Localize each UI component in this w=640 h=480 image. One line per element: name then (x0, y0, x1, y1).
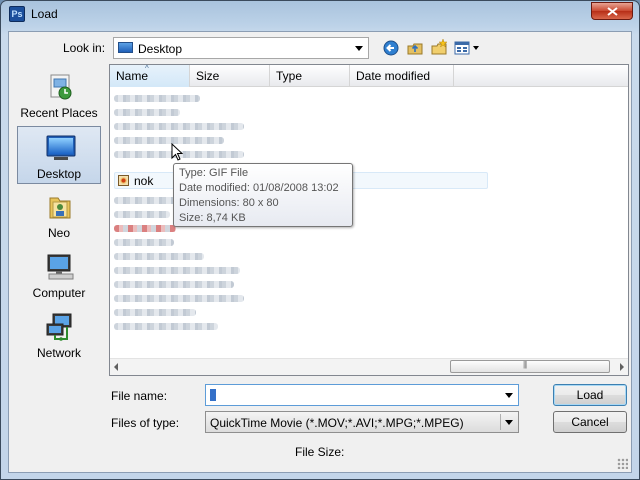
resize-grip-icon[interactable] (617, 458, 628, 469)
places-bar: Recent Places Desktop Neo Computer Netwo… (15, 66, 103, 366)
chevron-down-icon[interactable] (502, 388, 516, 402)
back-button[interactable] (381, 38, 401, 58)
place-recent-places[interactable]: Recent Places (17, 66, 101, 124)
file-name-label: File name: (111, 389, 168, 403)
place-desktop[interactable]: Desktop (17, 126, 101, 184)
chevron-down-icon[interactable] (352, 41, 366, 55)
list-item[interactable] (114, 109, 180, 116)
column-header-size[interactable]: Size (190, 65, 270, 87)
list-item[interactable] (114, 95, 200, 102)
window-title: Load (31, 7, 58, 21)
column-header-label: Date modified (356, 69, 431, 83)
new-folder-button[interactable] (429, 38, 449, 58)
list-item[interactable] (114, 323, 218, 330)
list-item[interactable] (114, 239, 174, 246)
list-item[interactable] (114, 281, 234, 288)
horizontal-scrollbar[interactable] (110, 358, 628, 375)
desktop-icon (118, 42, 133, 53)
list-item[interactable] (114, 123, 244, 130)
column-header-label: Size (196, 69, 220, 83)
place-label: Computer (32, 286, 86, 300)
place-label: Network (36, 346, 81, 360)
column-header-name[interactable]: ^ Name (110, 65, 190, 87)
back-icon (383, 40, 399, 56)
list-item[interactable] (114, 253, 204, 260)
load-button[interactable]: Load (553, 384, 627, 406)
new-folder-icon (431, 38, 448, 55)
place-label: Neo (47, 226, 70, 240)
sort-ascending-icon: ^ (145, 64, 149, 73)
tooltip-size: Size: 8,74 KB (179, 212, 246, 224)
files-of-type-label: Files of type: (111, 416, 180, 430)
list-item[interactable] (114, 137, 224, 144)
list-item[interactable] (114, 211, 170, 218)
views-menu-icon (454, 41, 479, 55)
file-info-tooltip: Type: GIF File Date modified: 01/08/2008… (173, 163, 353, 227)
tooltip-type: Type: GIF File (179, 167, 249, 179)
place-label: Recent Places (20, 106, 98, 120)
look-in-combo[interactable]: Desktop (113, 37, 369, 59)
place-neo[interactable]: Neo (17, 186, 101, 244)
column-header-label: Type (276, 69, 303, 83)
photoshop-app-icon: Ps (9, 6, 25, 22)
column-header-date-modified[interactable]: Date modified (350, 65, 454, 87)
look-in-label: Look in: (63, 41, 106, 55)
column-header-type[interactable]: Type (270, 65, 350, 87)
text-cursor (210, 389, 216, 401)
scrollbar-thumb[interactable] (450, 360, 610, 373)
column-header-label: Name (116, 69, 149, 83)
load-dialog: Ps Load Look in: Desktop Recent Places D… (0, 0, 640, 480)
views-menu-button[interactable] (453, 38, 483, 58)
title-bar[interactable]: Ps Load (1, 1, 639, 29)
computer-icon (47, 254, 74, 280)
user-folder-icon (49, 197, 71, 219)
place-computer[interactable]: Computer (17, 246, 101, 304)
close-button[interactable] (591, 2, 633, 20)
cancel-button[interactable]: Cancel (553, 411, 627, 433)
close-icon (607, 7, 618, 16)
dialog-client: Look in: Desktop Recent Places Desktop N… (8, 31, 632, 473)
tooltip-date-modified: Date modified: 01/08/2008 13:02 (179, 182, 339, 194)
file-name: nok (134, 174, 154, 188)
list-item[interactable] (114, 267, 240, 274)
look-in-value: Desktop (138, 42, 183, 56)
file-size-label: File Size: (295, 445, 345, 459)
desktop-icon (46, 135, 76, 160)
list-item[interactable] (114, 295, 244, 302)
list-item[interactable] (114, 309, 196, 316)
place-network[interactable]: Network (17, 306, 101, 364)
up-folder-button[interactable] (405, 38, 425, 58)
files-of-type-value: QuickTime Movie (*.MOV;*.AVI;*.MPG;*.MPE… (210, 416, 464, 430)
network-icon (46, 313, 72, 341)
mouse-cursor-icon (171, 143, 184, 161)
scroll-right-icon[interactable] (620, 363, 624, 371)
up-folder-icon (407, 43, 423, 55)
gif-file-icon (118, 175, 129, 186)
combo-divider (500, 414, 501, 430)
file-name-input[interactable] (205, 384, 519, 406)
recent-places-icon (50, 74, 72, 100)
tooltip-dimensions: Dimensions: 80 x 80 (179, 197, 279, 209)
files-of-type-select[interactable]: QuickTime Movie (*.MOV;*.AVI;*.MPG;*.MPE… (205, 411, 519, 433)
scroll-left-icon[interactable] (114, 363, 118, 371)
chevron-down-icon[interactable] (502, 415, 516, 429)
column-headers: ^ Name Size Type Date modified (110, 65, 628, 87)
place-label: Desktop (36, 167, 82, 181)
list-item[interactable] (114, 225, 176, 232)
